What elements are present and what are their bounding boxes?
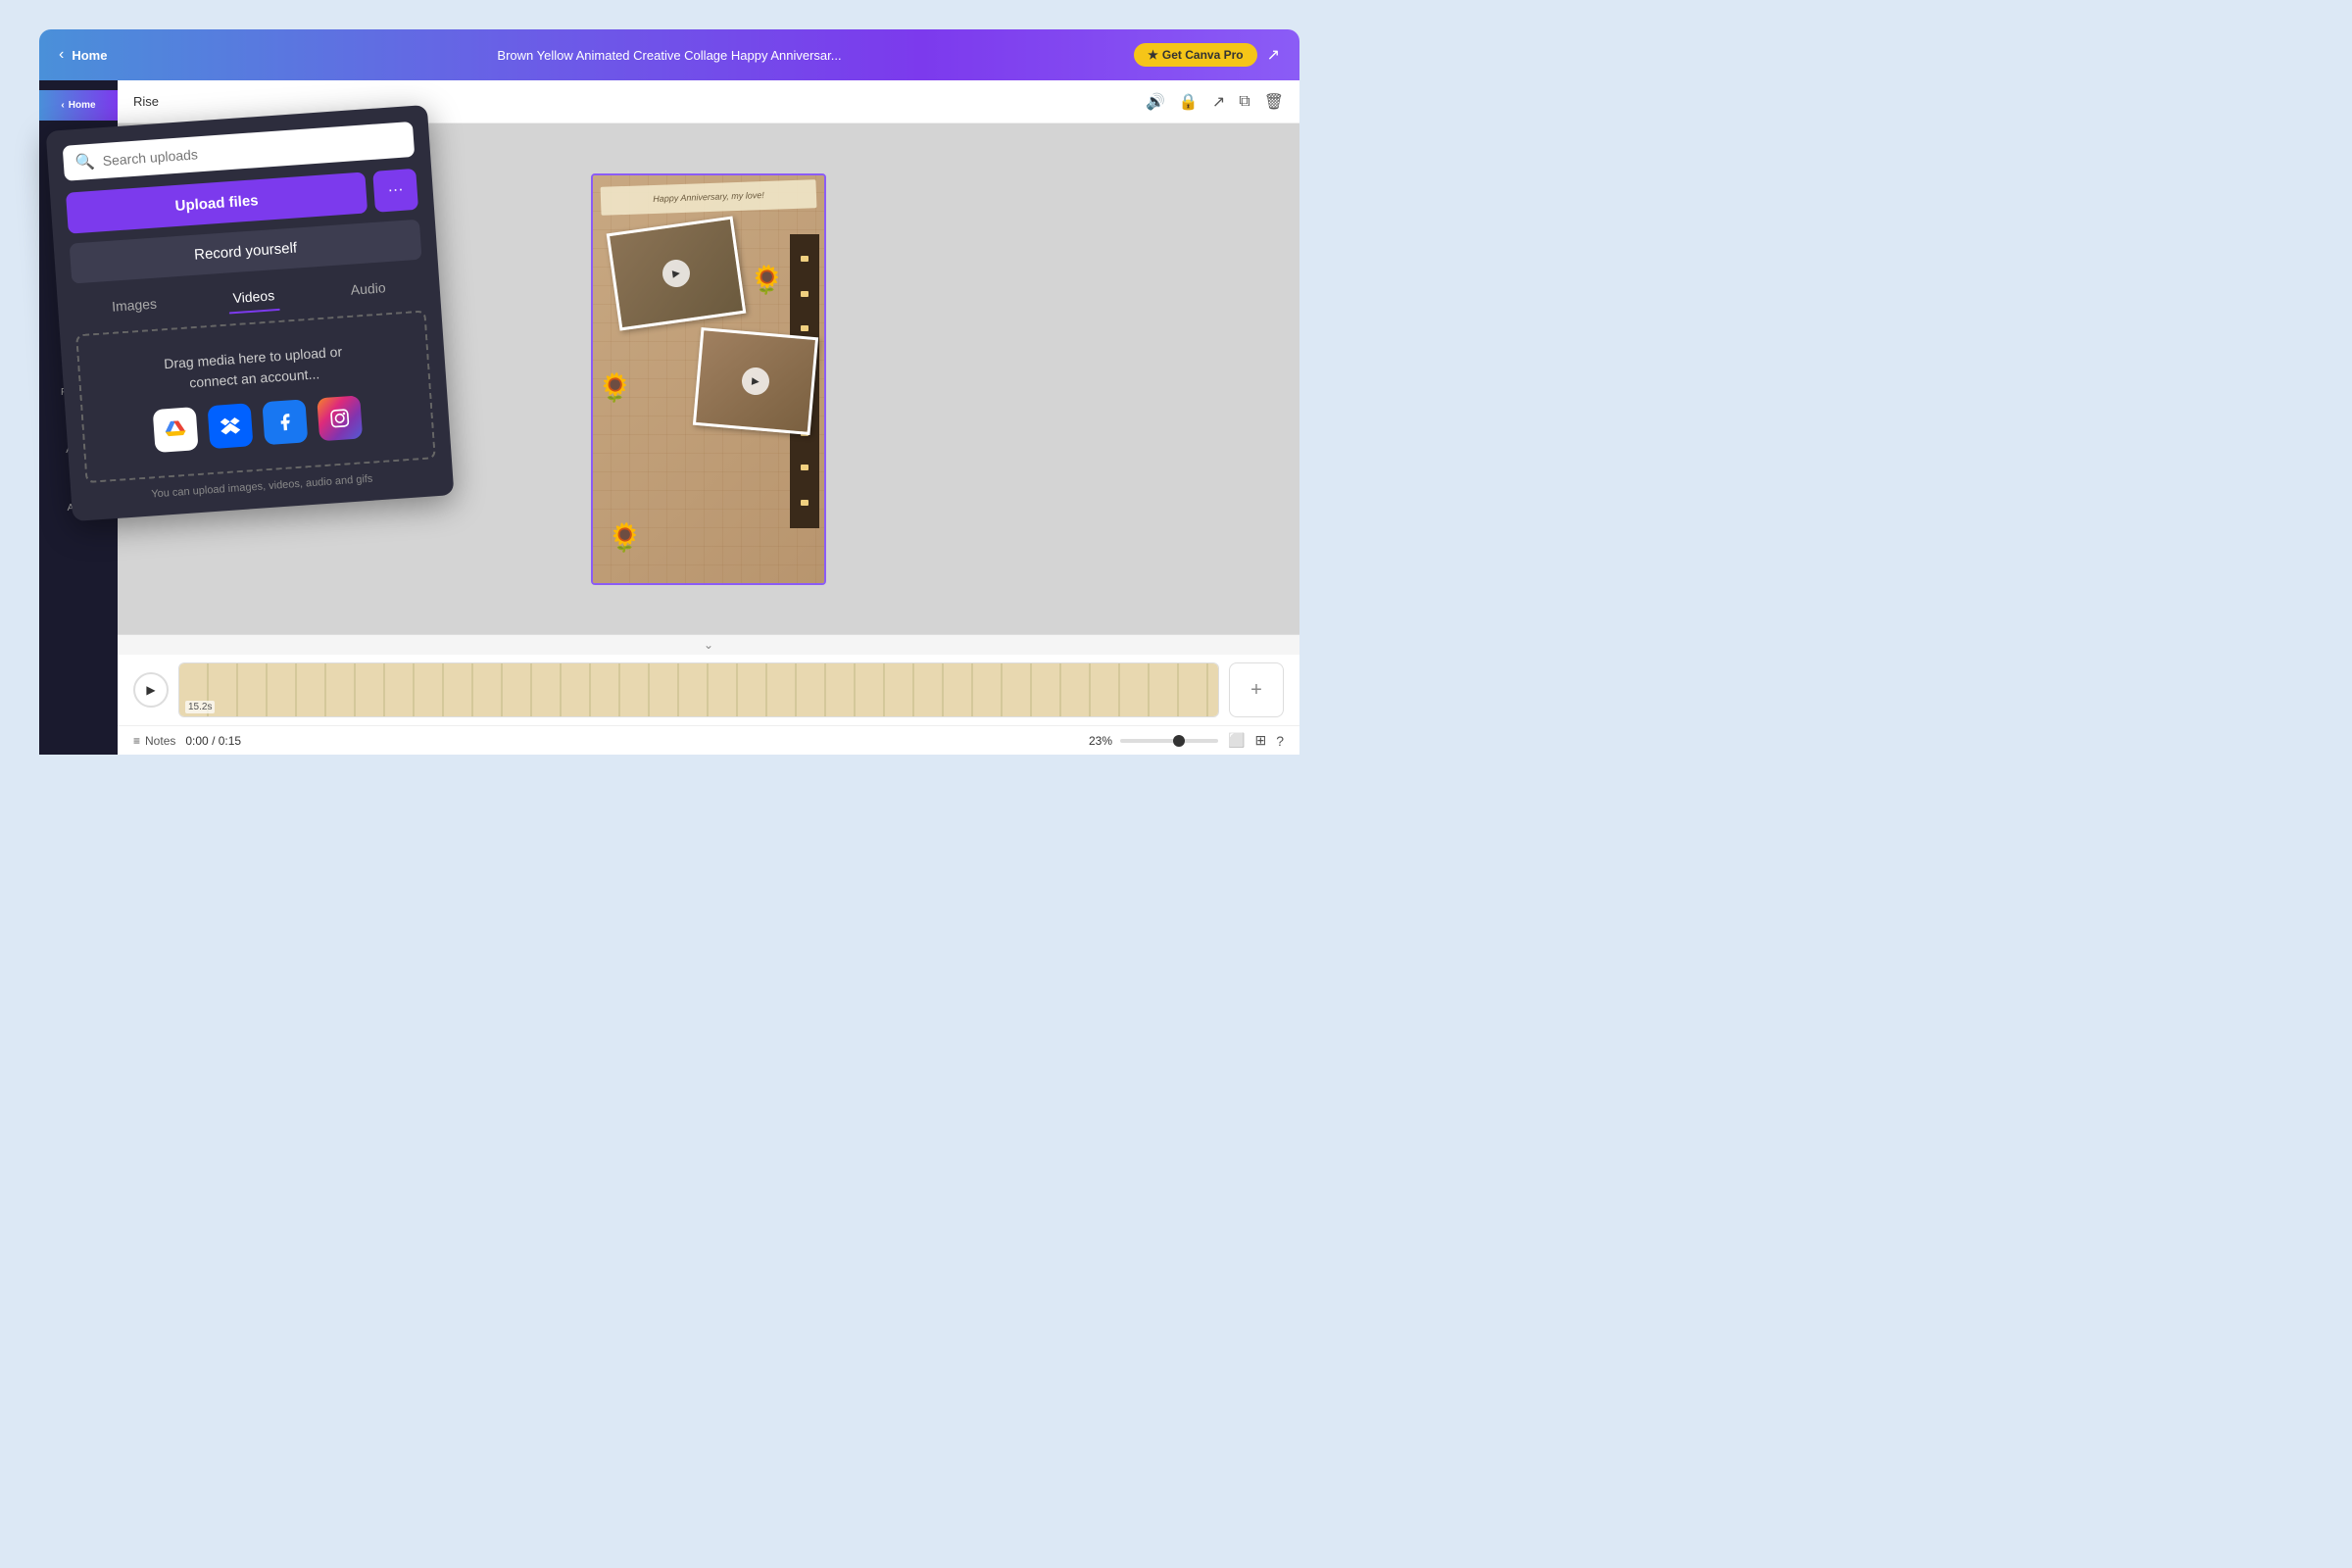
get-pro-button[interactable]: ★ Get Canva Pro [1134, 43, 1256, 67]
desktop-icon[interactable]: ⬜ [1228, 732, 1245, 749]
film-hole [801, 500, 808, 506]
timeline-bottom-bar: ≡ Notes 0:00 / 0:15 23% ⬜ ⊞ ? [118, 725, 1299, 755]
bottom-icons: ⬜ ⊞ ? [1228, 732, 1284, 749]
search-input[interactable] [102, 132, 402, 169]
sidebar-home-label: Home [69, 100, 96, 111]
dropbox-button[interactable] [208, 403, 254, 449]
share-icon[interactable]: ↗ [1267, 45, 1280, 65]
chevron-left-icon: ‹ [61, 100, 64, 111]
back-icon[interactable]: ‹ [59, 46, 64, 64]
crown-icon: ★ [1148, 48, 1158, 62]
zoom-slider[interactable] [1120, 739, 1218, 743]
photo-2: ▶ [693, 326, 818, 434]
film-hole [801, 325, 808, 331]
play-button-1[interactable]: ▶ [661, 258, 692, 289]
zoom-thumb [1173, 735, 1185, 747]
photo-1: ▶ [607, 216, 747, 330]
canvas-toolbar-icons: 🔊 🔒 ↗ ⧉ 🗑 [1146, 92, 1284, 112]
timeline-track-inner [179, 663, 1218, 716]
anniversary-text: Happy Anniversary, my love! [609, 187, 808, 207]
chevron-down-icon: ⌄ [704, 638, 713, 652]
canvas-card[interactable]: Happy Anniversary, my love! [591, 173, 826, 585]
tab-images[interactable]: Images [95, 289, 173, 321]
google-drive-button[interactable] [153, 407, 199, 453]
timeline-area: ⌄ ▶ 15.2s + ≡ Notes [118, 634, 1299, 755]
more-options-button[interactable]: ··· [372, 169, 418, 213]
drop-zone[interactable]: Drag media here to upload orconnect an a… [75, 310, 436, 483]
sidebar-home[interactable]: ‹ Home [39, 90, 118, 121]
trash-icon[interactable]: 🗑 [1264, 92, 1284, 112]
notes-icon: ≡ [133, 734, 140, 748]
lock-icon[interactable]: 🔒 [1179, 92, 1199, 112]
connect-icons [99, 392, 416, 457]
upload-files-button[interactable]: Upload files [66, 172, 368, 233]
search-icon: 🔍 [74, 152, 95, 172]
top-bar-actions: ↗ [1267, 45, 1280, 65]
facebook-button[interactable] [262, 399, 308, 445]
upload-panel: 🔍 Upload files ··· Record yourself Image… [46, 105, 455, 521]
sunflower-3: 🌻 [608, 521, 642, 554]
volume-icon[interactable]: 🔊 [1146, 92, 1165, 112]
notes-button[interactable]: ≡ Notes [133, 734, 175, 748]
timeline-content: ▶ 15.2s + [118, 655, 1299, 725]
canvas-style-label: Rise [133, 94, 159, 109]
home-label[interactable]: Home [72, 48, 107, 63]
canvas-card-inner: Happy Anniversary, my love! [593, 175, 824, 583]
timeline-toggle[interactable]: ⌄ [118, 635, 1299, 655]
tab-audio[interactable]: Audio [334, 272, 403, 305]
film-hole [801, 256, 808, 262]
document-title: Brown Yellow Animated Creative Collage H… [497, 48, 841, 63]
zoom-label: 23% [1089, 734, 1112, 748]
top-bar: ‹ Home Brown Yellow Animated Creative Co… [39, 29, 1299, 80]
sunflower-2: 🌻 [598, 371, 632, 404]
sunflower-1: 🌻 [750, 264, 784, 296]
grid-icon[interactable]: ⊞ [1254, 732, 1266, 749]
timeline-track[interactable]: 15.2s [178, 662, 1219, 717]
film-hole [801, 291, 808, 297]
film-hole [801, 465, 808, 470]
play-button-2[interactable]: ▶ [741, 366, 770, 395]
timeline-duration: 15.2s [185, 701, 215, 713]
instagram-button[interactable] [317, 395, 363, 441]
tab-videos[interactable]: Videos [217, 280, 291, 313]
copy-icon[interactable]: ⧉ [1239, 93, 1250, 111]
time-display: 0:00 / 0:15 [185, 734, 241, 748]
zoom-area: 23% [1089, 734, 1218, 748]
play-pause-button[interactable]: ▶ [133, 672, 169, 708]
add-scene-button[interactable]: + [1229, 662, 1284, 717]
share-icon[interactable]: ↗ [1212, 92, 1225, 112]
drop-zone-text: Drag media here to upload orconnect an a… [95, 337, 413, 400]
help-icon[interactable]: ? [1276, 733, 1284, 749]
